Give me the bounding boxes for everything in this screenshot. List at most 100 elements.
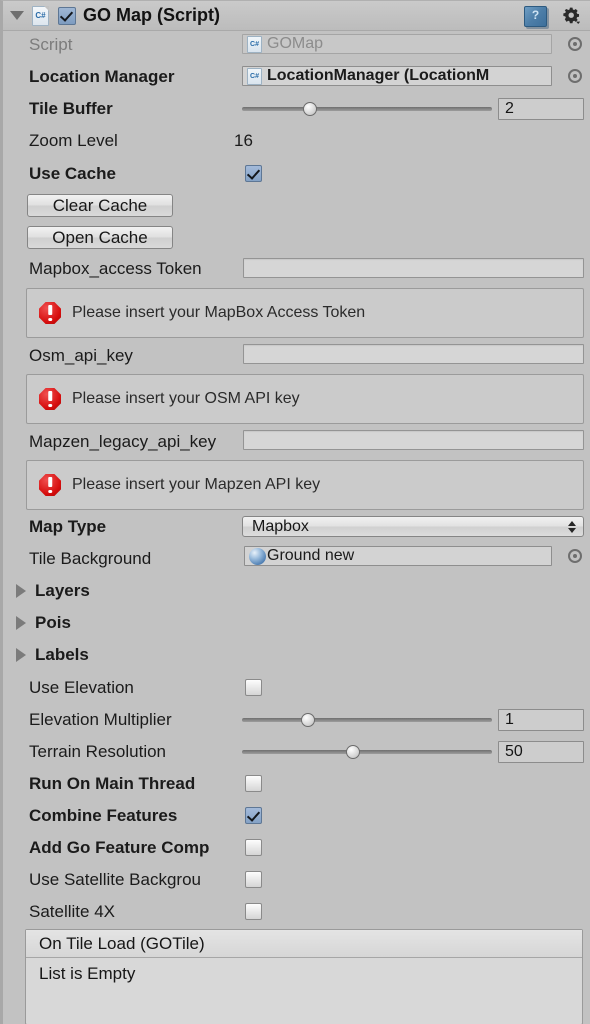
inspector-panel: C# GO Map (Script) Script C# GOMap Locat…	[0, 0, 590, 1024]
foldout-labels[interactable]: Labels	[3, 643, 590, 667]
use-satellite-background-checkbox[interactable]	[245, 871, 262, 888]
slider-knob[interactable]	[346, 745, 360, 759]
component-enabled-checkbox[interactable]	[58, 6, 76, 25]
mapzen-key-input[interactable]	[243, 430, 584, 450]
chevron-updown-icon	[568, 520, 576, 533]
layers-label: Layers	[35, 581, 90, 600]
chevron-right-icon[interactable]	[16, 648, 26, 662]
mapzen-key-error-message: Please insert your Mapzen API key	[72, 476, 321, 493]
combine-features-label: Combine Features	[29, 806, 178, 825]
osm-key-input[interactable]	[243, 344, 584, 364]
mapbox-token-label: Mapbox_access Token	[29, 259, 202, 278]
foldout-pois[interactable]: Pois	[3, 611, 590, 635]
row-add-go-feature-component: Add Go Feature Comp	[3, 836, 590, 860]
run-on-main-thread-checkbox[interactable]	[245, 775, 262, 792]
zoom-level-label: Zoom Level	[29, 131, 118, 150]
combine-features-checkbox[interactable]	[245, 807, 262, 824]
elevation-multiplier-label: Elevation Multiplier	[29, 710, 172, 729]
tile-buffer-label: Tile Buffer	[29, 99, 113, 118]
location-manager-value: LocationManager (LocationM	[267, 67, 490, 84]
row-combine-features: Combine Features	[3, 804, 590, 828]
chevron-right-icon[interactable]	[16, 616, 26, 630]
tile-buffer-value: 2	[505, 100, 514, 117]
foldout-layers[interactable]: Layers	[3, 579, 590, 603]
clear-cache-button-label: Clear Cache	[52, 195, 148, 215]
script-label: Script	[29, 35, 73, 54]
satellite-4x-checkbox[interactable]	[245, 903, 262, 920]
terrain-resolution-number-field[interactable]: 50	[498, 741, 584, 763]
cs-script-icon: C#	[32, 5, 49, 26]
slider-knob[interactable]	[301, 713, 315, 727]
slider-track	[242, 107, 492, 111]
row-use-elevation: Use Elevation	[3, 676, 590, 700]
add-go-feature-component-label: Add Go Feature Comp	[29, 838, 210, 857]
use-elevation-label: Use Elevation	[29, 678, 134, 697]
event-list-empty-row: List is Empty	[26, 960, 135, 988]
pois-label: Pois	[35, 613, 71, 632]
slider-track	[242, 718, 492, 722]
row-use-satellite-background: Use Satellite Backgrou	[3, 868, 590, 892]
component-foldout-triangle-icon[interactable]	[10, 11, 24, 20]
material-sphere-icon	[249, 547, 266, 565]
error-icon	[39, 388, 61, 410]
satellite-4x-label: Satellite 4X	[29, 902, 115, 921]
run-on-main-thread-label: Run On Main Thread	[29, 774, 196, 793]
location-manager-object-picker-icon[interactable]	[568, 69, 582, 83]
map-type-label: Map Type	[29, 517, 107, 536]
elevation-multiplier-slider[interactable]	[242, 710, 492, 730]
tile-buffer-slider[interactable]	[242, 99, 492, 119]
slider-knob[interactable]	[303, 102, 317, 116]
row-use-cache: Use Cache	[3, 162, 590, 186]
tile-background-object-picker-icon[interactable]	[568, 549, 582, 563]
location-manager-object-field[interactable]: C# LocationManager (LocationM	[242, 66, 552, 86]
osm-key-error-box: Please insert your OSM API key	[26, 374, 584, 424]
cs-script-icon: C#	[247, 35, 262, 53]
row-run-on-main-thread: Run On Main Thread	[3, 772, 590, 796]
row-zoom-level: Zoom Level 16	[3, 129, 590, 153]
chevron-right-icon[interactable]	[16, 584, 26, 598]
slider-track	[242, 750, 492, 754]
gear-icon[interactable]	[563, 7, 580, 24]
event-list-header: On Tile Load (GOTile)	[26, 930, 582, 958]
elevation-multiplier-number-field[interactable]: 1	[498, 709, 584, 731]
use-cache-checkbox[interactable]	[245, 165, 262, 182]
zoom-level-value: 16	[234, 131, 253, 150]
elevation-multiplier-value: 1	[505, 711, 514, 728]
script-object-field: C# GOMap	[242, 34, 552, 54]
mapzen-key-error-box: Please insert your Mapzen API key	[26, 460, 584, 510]
add-go-feature-component-checkbox[interactable]	[245, 839, 262, 856]
row-satellite-4x: Satellite 4X	[3, 900, 590, 924]
clear-cache-button[interactable]: Clear Cache	[27, 194, 173, 217]
osm-key-error-message: Please insert your OSM API key	[72, 390, 300, 407]
on-tile-load-event-list[interactable]: On Tile Load (GOTile) List is Empty	[25, 929, 583, 1024]
labels-label: Labels	[35, 645, 89, 664]
component-header[interactable]: C# GO Map (Script)	[3, 1, 590, 31]
tile-buffer-number-field[interactable]: 2	[498, 98, 584, 120]
tile-background-label: Tile Background	[29, 549, 152, 568]
mapbox-token-error-message: Please insert your MapBox Access Token	[72, 304, 366, 321]
use-cache-label: Use Cache	[29, 164, 116, 183]
terrain-resolution-slider[interactable]	[242, 742, 492, 762]
use-elevation-checkbox[interactable]	[245, 679, 262, 696]
script-object-picker-icon	[568, 37, 582, 51]
use-satellite-background-label: Use Satellite Backgrou	[29, 870, 201, 889]
event-list-header-label: On Tile Load (GOTile)	[39, 933, 205, 953]
open-cache-button[interactable]: Open Cache	[27, 226, 173, 249]
mapbox-token-input[interactable]	[243, 258, 584, 278]
component-title: GO Map (Script)	[83, 5, 221, 25]
osm-key-label: Osm_api_key	[29, 346, 133, 365]
terrain-resolution-label: Terrain Resolution	[29, 742, 167, 761]
mapzen-key-label: Mapzen_legacy_api_key	[29, 432, 217, 451]
map-type-value: Mapbox	[252, 517, 309, 535]
cs-script-icon: C#	[247, 67, 262, 85]
location-manager-label: Location Manager	[29, 67, 175, 86]
error-icon	[39, 302, 61, 324]
map-type-dropdown[interactable]: Mapbox	[242, 516, 584, 537]
open-cache-button-label: Open Cache	[52, 227, 148, 247]
event-list-empty-label: List is Empty	[39, 964, 136, 983]
tile-background-object-field[interactable]: Ground new	[244, 546, 552, 566]
mapbox-token-error-box: Please insert your MapBox Access Token	[26, 288, 584, 338]
tile-background-value: Ground new	[267, 547, 355, 564]
help-book-icon[interactable]	[524, 6, 547, 27]
terrain-resolution-value: 50	[505, 743, 523, 760]
